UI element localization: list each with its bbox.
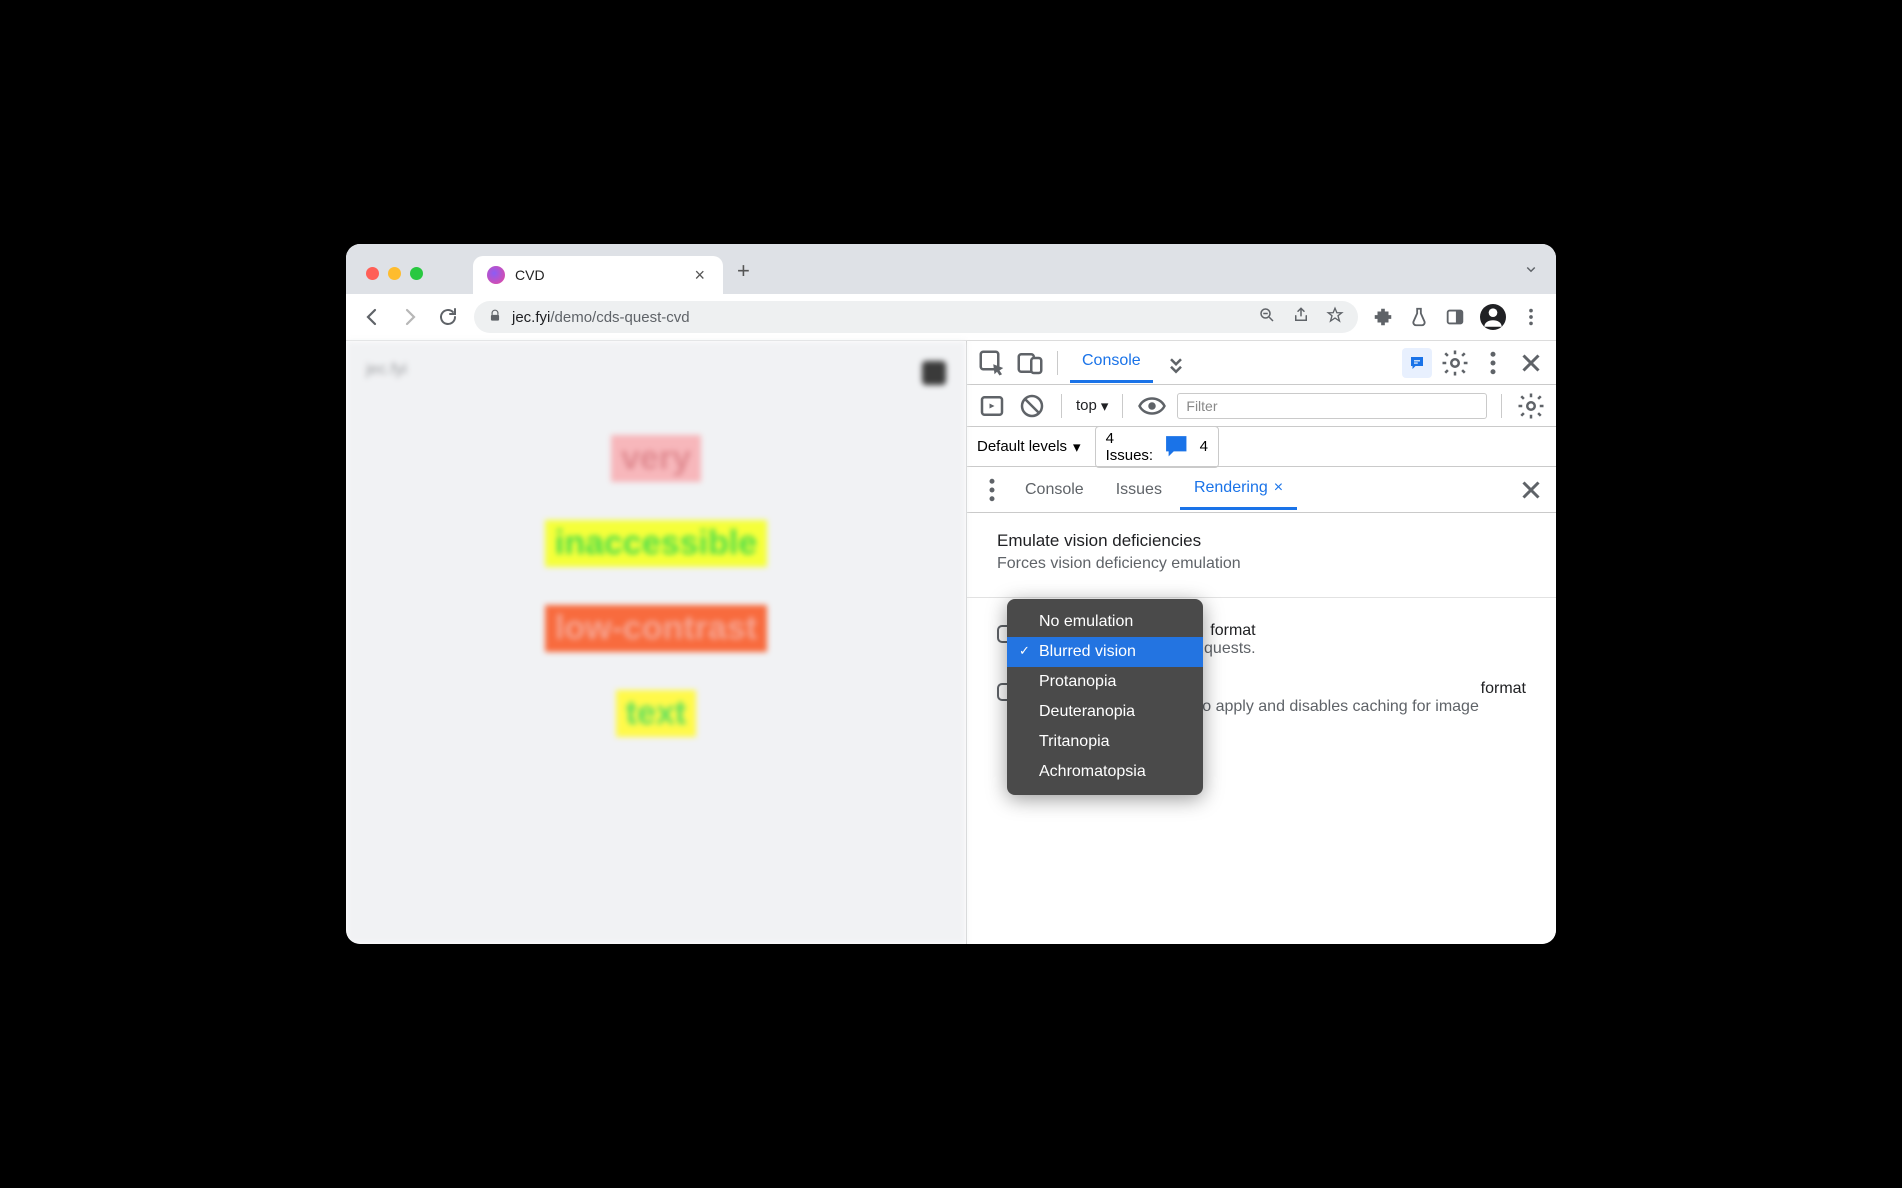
demo-word: very bbox=[611, 435, 701, 482]
menu-icon[interactable] bbox=[1520, 306, 1542, 328]
section-subtitle: Forces vision deficiency emulation bbox=[997, 555, 1526, 573]
dropdown-option[interactable]: No emulation bbox=[1007, 607, 1203, 637]
dropdown-option-selected[interactable]: Blurred vision bbox=[1007, 637, 1203, 667]
profile-avatar[interactable] bbox=[1480, 304, 1506, 330]
clear-console-icon[interactable] bbox=[1017, 391, 1047, 421]
devtools-tabbar: Console bbox=[967, 341, 1556, 385]
demo-word: text bbox=[616, 690, 696, 737]
drawer-menu-icon[interactable] bbox=[977, 475, 1007, 505]
bookmark-icon[interactable] bbox=[1326, 306, 1344, 328]
back-button[interactable] bbox=[360, 305, 384, 329]
theme-toggle[interactable] bbox=[922, 361, 946, 385]
content-area: jec.fyi very inaccessible low-contrast t… bbox=[346, 341, 1556, 944]
issues-button[interactable]: 4 Issues: 4 bbox=[1095, 426, 1219, 468]
more-tabs-icon[interactable] bbox=[1161, 348, 1191, 378]
reload-button[interactable] bbox=[436, 305, 460, 329]
window-controls bbox=[356, 267, 433, 294]
filter-input[interactable]: Filter bbox=[1177, 393, 1487, 419]
close-window-button[interactable] bbox=[366, 267, 379, 280]
vision-deficiency-dropdown[interactable]: No emulation Blurred vision Protanopia D… bbox=[1007, 599, 1203, 795]
forward-button[interactable] bbox=[398, 305, 422, 329]
web-page: jec.fyi very inaccessible low-contrast t… bbox=[346, 341, 966, 944]
rendering-panel: Emulate vision deficiencies Forces visio… bbox=[967, 513, 1556, 944]
tab-title: CVD bbox=[515, 267, 680, 283]
address-bar[interactable]: jec.fyi/demo/cds-quest-cvd bbox=[474, 301, 1358, 333]
extensions-icon[interactable] bbox=[1372, 306, 1394, 328]
dropdown-arrow-icon: ▾ bbox=[1073, 438, 1081, 456]
lock-icon bbox=[488, 309, 502, 326]
console-infobar: Default levels ▾ 4 Issues: 4 bbox=[967, 427, 1556, 467]
zoom-icon[interactable] bbox=[1258, 306, 1276, 328]
tab-close-button[interactable]: × bbox=[690, 265, 709, 286]
close-devtools-icon[interactable] bbox=[1516, 348, 1546, 378]
context-selector[interactable]: top ▾ bbox=[1076, 397, 1108, 415]
messages-icon[interactable] bbox=[1402, 348, 1432, 378]
settings-icon[interactable] bbox=[1440, 348, 1470, 378]
devtools-panel: Console bbox=[966, 341, 1556, 944]
favicon bbox=[487, 266, 505, 284]
dropdown-arrow-icon: ▾ bbox=[1101, 397, 1109, 415]
minimize-window-button[interactable] bbox=[388, 267, 401, 280]
labs-icon[interactable] bbox=[1408, 306, 1430, 328]
browser-tab[interactable]: CVD × bbox=[473, 256, 723, 294]
demo-word: low-contrast bbox=[545, 605, 767, 652]
tab-strip: CVD × + bbox=[346, 244, 1556, 294]
close-drawer-icon[interactable] bbox=[1516, 475, 1546, 505]
browser-window: CVD × + jec.fyi/demo/cds-quest-cvd bbox=[346, 244, 1556, 944]
devtools-tab-console[interactable]: Console bbox=[1070, 342, 1153, 383]
new-tab-button[interactable]: + bbox=[723, 258, 764, 294]
dropdown-option[interactable]: Achromatopsia bbox=[1007, 757, 1203, 787]
dropdown-option[interactable]: Tritanopia bbox=[1007, 727, 1203, 757]
console-settings-icon[interactable] bbox=[1516, 391, 1546, 421]
dropdown-option[interactable]: Protanopia bbox=[1007, 667, 1203, 697]
console-toolbar: top ▾ Filter bbox=[967, 385, 1556, 427]
section-title: Emulate vision deficiencies bbox=[997, 531, 1526, 551]
maximize-window-button[interactable] bbox=[410, 267, 423, 280]
close-tab-icon[interactable]: × bbox=[1274, 479, 1283, 497]
console-sidebar-toggle-icon[interactable] bbox=[977, 391, 1007, 421]
toolbar: jec.fyi/demo/cds-quest-cvd bbox=[346, 294, 1556, 341]
drawer-tab-rendering[interactable]: Rendering × bbox=[1180, 469, 1297, 510]
share-icon[interactable] bbox=[1292, 306, 1310, 328]
drawer-tab-issues[interactable]: Issues bbox=[1102, 471, 1176, 509]
drawer-tab-console[interactable]: Console bbox=[1011, 471, 1098, 509]
inspect-icon[interactable] bbox=[977, 348, 1007, 378]
sidepanel-icon[interactable] bbox=[1444, 306, 1466, 328]
live-expression-icon[interactable] bbox=[1137, 391, 1167, 421]
tabs-overflow-button[interactable] bbox=[1522, 260, 1540, 281]
demo-word: inaccessible bbox=[545, 520, 767, 567]
drawer-tabbar: Console Issues Rendering × bbox=[967, 467, 1556, 513]
kebab-icon[interactable] bbox=[1478, 348, 1508, 378]
device-toggle-icon[interactable] bbox=[1015, 348, 1045, 378]
dropdown-option[interactable]: Deuteranopia bbox=[1007, 697, 1203, 727]
log-levels-select[interactable]: Default levels ▾ bbox=[977, 438, 1081, 456]
url-host: jec.fyi/demo/cds-quest-cvd bbox=[512, 309, 690, 326]
omnibox-actions bbox=[1258, 306, 1344, 328]
page-brand: jec.fyi bbox=[366, 361, 407, 385]
